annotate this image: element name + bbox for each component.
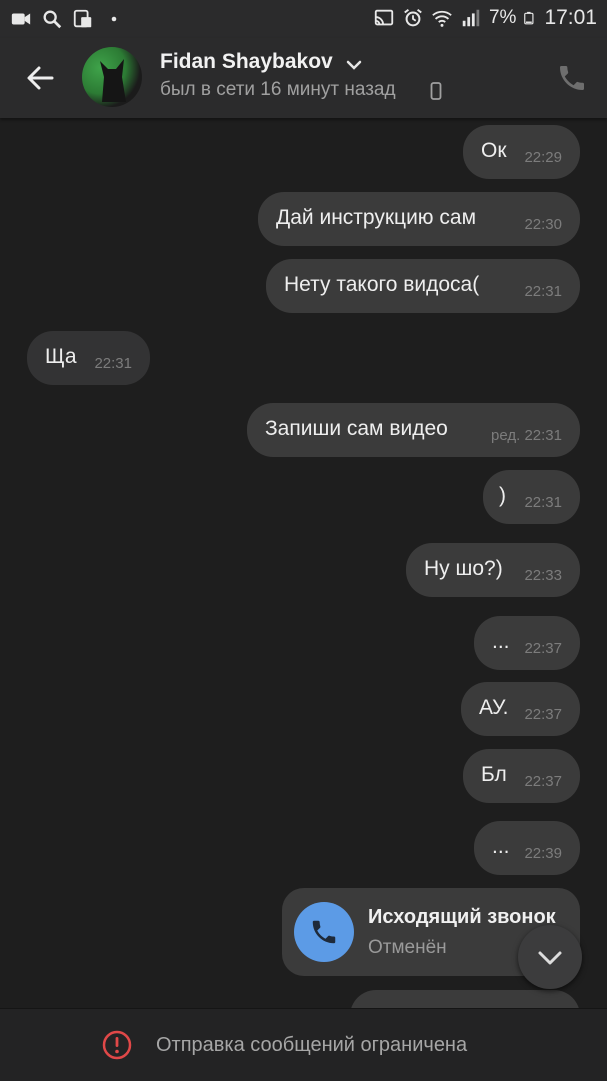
- message-bubble-outgoing[interactable]: ... 22:39: [474, 821, 580, 875]
- message-bubble-incoming[interactable]: Ща 22:31: [27, 331, 150, 385]
- message-bubble-outgoing[interactable]: [350, 990, 580, 1008]
- message-bubble-outgoing[interactable]: Бл 22:37: [463, 749, 580, 803]
- message-bubble-outgoing[interactable]: ) 22:31: [483, 470, 580, 524]
- screenshot-icon: [73, 9, 92, 28]
- restriction-message: Отправка сообщений ограничена: [156, 1034, 468, 1056]
- wifi-icon: [432, 10, 452, 27]
- dot-icon: [111, 16, 117, 22]
- search-icon: [43, 10, 62, 29]
- cast-icon: [374, 9, 394, 26]
- message-bubble-outgoing[interactable]: Ну шо?) 22:33: [406, 543, 580, 597]
- message-list[interactable]: Ок 22:29 Дай инструкцию сам 22:30 Нету т…: [0, 118, 607, 1008]
- chevron-down-icon[interactable]: [345, 56, 363, 74]
- contact-name[interactable]: Fidan Shaybakov: [160, 50, 333, 74]
- phone-call-icon[interactable]: [556, 62, 588, 94]
- signal-icon: [462, 9, 480, 27]
- message-bubble-outgoing[interactable]: Ок 22:29: [463, 125, 580, 179]
- battery-icon: [524, 11, 534, 25]
- chevron-down-icon: [538, 951, 562, 965]
- call-button[interactable]: [294, 902, 354, 962]
- message-bubble-outgoing[interactable]: Дай инструкцию сам 22:30: [258, 192, 580, 246]
- status-bar: 7% 17:01: [0, 0, 607, 38]
- mobile-device-icon: [430, 82, 442, 100]
- back-arrow-icon[interactable]: [18, 56, 62, 100]
- scroll-to-bottom-button[interactable]: [518, 925, 582, 989]
- message-bubble-outgoing[interactable]: АУ. 22:37: [461, 682, 580, 736]
- last-seen-status: был в сети 16 минут назад: [160, 79, 396, 100]
- message-bubble-outgoing[interactable]: ... 22:37: [474, 616, 580, 670]
- alarm-icon: [404, 8, 422, 27]
- restriction-bar: Отправка сообщений ограничена: [0, 1008, 607, 1081]
- chat-header: Fidan Shaybakov был в сети 16 минут наза…: [0, 38, 607, 118]
- warning-icon: [102, 1030, 132, 1060]
- clock: 17:01: [544, 6, 597, 29]
- video-call-icon: [11, 13, 31, 25]
- battery-percent: 7%: [488, 7, 517, 28]
- cat-silhouette-icon: [100, 59, 126, 102]
- phone-icon: [312, 920, 336, 944]
- avatar[interactable]: [82, 47, 142, 107]
- message-bubble-outgoing[interactable]: Запиши сам видео ред. 22:31: [247, 403, 580, 457]
- call-status: Отменён: [368, 937, 447, 958]
- message-bubble-outgoing[interactable]: Нету такого видоса( 22:31: [266, 259, 580, 313]
